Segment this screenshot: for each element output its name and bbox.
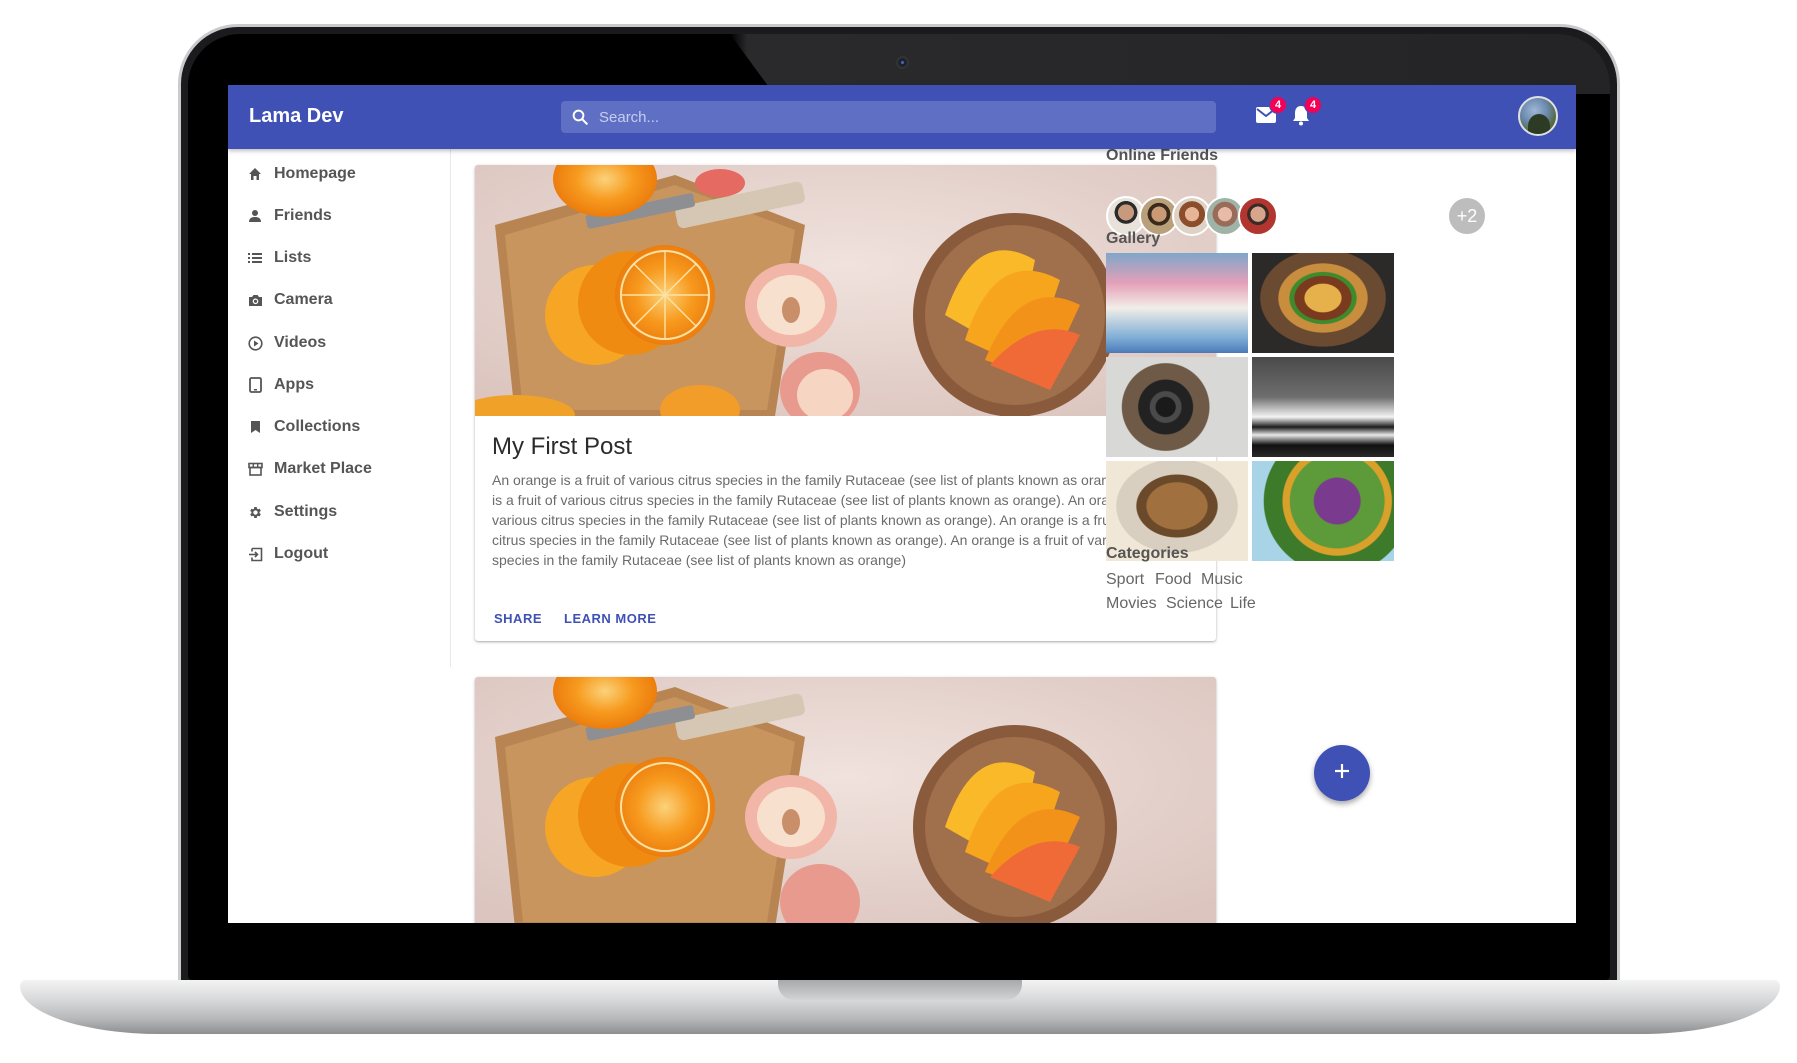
categories-title: Categories [1106, 545, 1189, 562]
mail-badge: 4 [1269, 96, 1287, 114]
search-input[interactable] [599, 108, 1199, 126]
sidebar-item-label: Camera [274, 291, 333, 308]
sidebar-item-apps[interactable]: Apps [247, 370, 314, 400]
bookmark-icon [247, 419, 263, 435]
search-icon [569, 106, 591, 128]
share-button[interactable]: SHARE [486, 605, 550, 632]
sidebar-item-label: Market Place [274, 460, 372, 477]
sidebar-item-settings[interactable]: Settings [247, 497, 337, 527]
sidebar: Homepage Friends Lists Camera Videos App… [228, 149, 451, 667]
sidebar-item-label: Lists [274, 249, 312, 266]
sidebar-item-label: Homepage [274, 165, 356, 182]
notifications-button[interactable]: 4 [1286, 96, 1322, 132]
category-link[interactable]: Movies [1106, 595, 1157, 613]
sidebar-item-camera[interactable]: Camera [247, 285, 333, 315]
category-link[interactable]: Science [1166, 595, 1223, 613]
sidebar-item-homepage[interactable]: Homepage [247, 159, 356, 189]
sidebar-item-label: Videos [274, 334, 327, 351]
post-title: My First Post [492, 433, 633, 460]
post-image[interactable] [475, 677, 1216, 923]
sidebar-item-logout[interactable]: Logout [247, 539, 328, 569]
online-friends-title: Online Friends [1106, 147, 1219, 164]
avatar[interactable] [1518, 96, 1558, 136]
category-link[interactable]: Life [1230, 595, 1256, 613]
post-text: An orange is a fruit of various citrus s… [492, 472, 1201, 568]
post-actions: SHARE LEARN MORE [486, 605, 670, 632]
category-link[interactable]: Music [1201, 571, 1243, 589]
brand-logo[interactable]: Lama Dev [249, 105, 344, 128]
laptop-mockup: Lama Dev 4 4 [0, 0, 1797, 1063]
post-card [475, 677, 1216, 923]
sidebar-item-videos[interactable]: Videos [247, 328, 326, 358]
gallery-image[interactable] [1252, 357, 1394, 457]
sidebar-item-lists[interactable]: Lists [247, 243, 311, 273]
home-icon [247, 166, 263, 182]
post-card: My First Post An orange is a fruit of va… [475, 165, 1216, 641]
search-box[interactable] [561, 101, 1216, 133]
more-friends-count[interactable]: +2 [1447, 196, 1487, 236]
category-link[interactable]: Food [1155, 571, 1191, 589]
category-link[interactable]: Sport [1106, 571, 1144, 589]
sidebar-item-friends[interactable]: Friends [247, 201, 332, 231]
mail-button[interactable]: 4 [1251, 96, 1287, 132]
person-icon [247, 208, 263, 224]
sidebar-item-label: Logout [274, 545, 329, 562]
sidebar-item-label: Apps [274, 376, 314, 393]
gallery-image[interactable] [1252, 253, 1394, 353]
learn-more-button[interactable]: LEARN MORE [556, 605, 664, 632]
sidebar-item-market-place[interactable]: Market Place [247, 454, 372, 484]
gallery-title: Gallery [1106, 230, 1161, 247]
storefront-icon [247, 461, 263, 477]
camera-icon [247, 292, 263, 308]
gallery-image[interactable] [1106, 357, 1248, 457]
post-image[interactable] [475, 165, 1216, 416]
sidebar-item-collections[interactable]: Collections [247, 412, 360, 442]
sidebar-item-label: Collections [274, 418, 361, 435]
play-circle-icon [247, 335, 263, 351]
list-icon [247, 250, 263, 266]
gallery-image[interactable] [1252, 461, 1394, 561]
gallery-image[interactable] [1106, 253, 1248, 353]
add-post-button[interactable] [1314, 745, 1370, 801]
tablet-icon [247, 377, 263, 393]
sidebar-item-label: Friends [274, 207, 332, 224]
gear-icon [247, 504, 263, 520]
webcam-icon [896, 56, 909, 69]
friend-avatar[interactable] [1238, 196, 1278, 236]
laptop-notch [778, 980, 1022, 1000]
app-screen: Lama Dev 4 4 [228, 85, 1576, 923]
app-bar: Lama Dev 4 4 [228, 85, 1576, 149]
exit-icon [247, 546, 263, 562]
plus-icon [1333, 762, 1351, 785]
notifications-badge: 4 [1304, 96, 1322, 114]
sidebar-item-label: Settings [274, 503, 338, 520]
